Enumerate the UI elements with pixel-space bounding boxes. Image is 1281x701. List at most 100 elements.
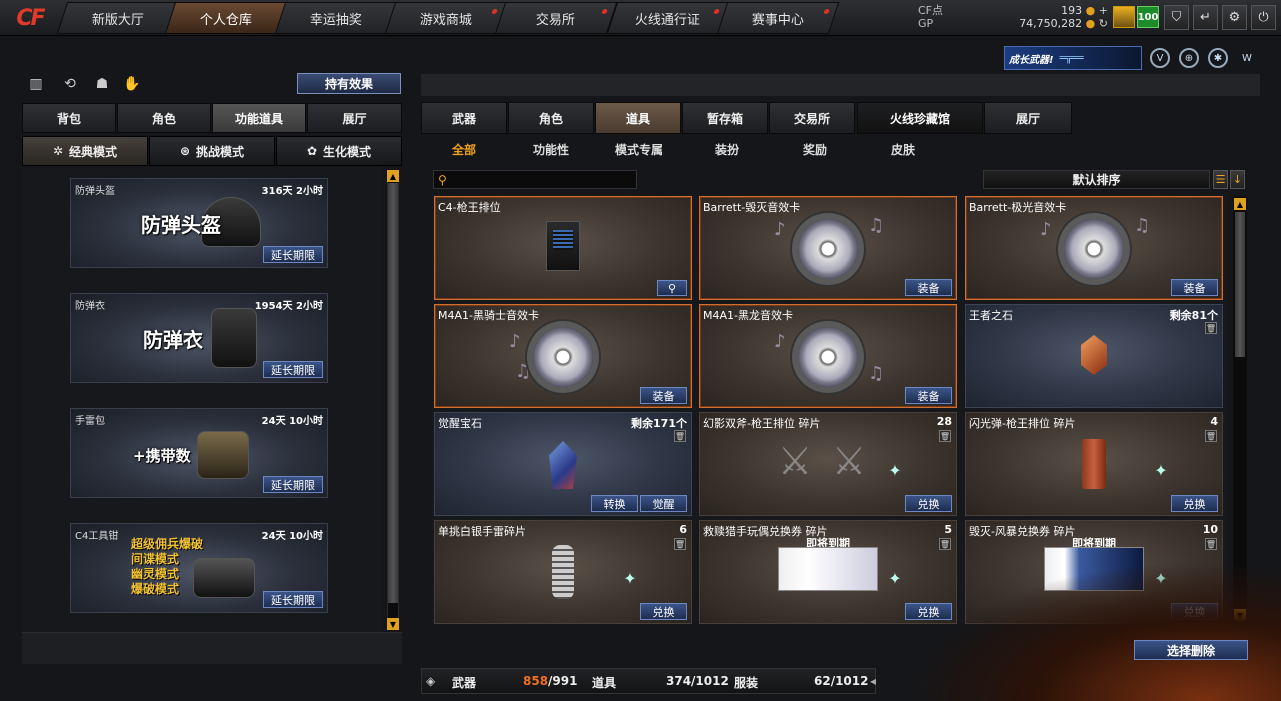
- subtab-mode-exclusive[interactable]: 模式专属: [615, 141, 663, 157]
- shield-icon[interactable]: ⛉: [1164, 5, 1189, 30]
- item-card[interactable]: 单挑白银手雷碎片 6 🗑 ✦ 兑换: [434, 520, 692, 624]
- item-card[interactable]: Barrett-毁灭音效卡 ♪ ♫ 装备: [699, 196, 957, 300]
- trash-icon[interactable]: 🗑: [1205, 430, 1217, 442]
- trash-icon[interactable]: 🗑: [1205, 322, 1217, 334]
- subtab-functional[interactable]: 功能性: [533, 141, 569, 157]
- subtab-outfit[interactable]: 装扮: [715, 141, 739, 157]
- awaken-button[interactable]: 觉醒: [640, 495, 687, 512]
- tab-backpack[interactable]: 背包: [22, 103, 116, 133]
- item-card[interactable]: 王者之石 剩余81个 🗑: [965, 304, 1223, 408]
- tab-characters[interactable]: 角色: [508, 102, 594, 134]
- select-delete-button[interactable]: 选择删除: [1134, 640, 1248, 660]
- item-card[interactable]: 幻影双斧-枪王排位 碎片 28 🗑 ⚔ ⚔ ✦ 兑换: [699, 412, 957, 516]
- tab-personal-storage[interactable]: 个人仓库: [164, 2, 288, 34]
- subtab-all[interactable]: 全部: [452, 141, 476, 157]
- mode-classic[interactable]: ✲ 经典模式: [22, 136, 148, 166]
- tab-temp-storage[interactable]: 暂存箱: [682, 102, 768, 134]
- item-name: C4工具钳: [75, 531, 119, 542]
- equip-button[interactable]: 装备: [1171, 279, 1218, 296]
- music-note-icon: ♫: [868, 215, 885, 236]
- item-capacity-value: 374/1012: [666, 674, 729, 688]
- left-scroll-thumb[interactable]: [388, 183, 398, 603]
- extend-button[interactable]: 延长期限: [263, 246, 323, 263]
- subtab-reward[interactable]: 奖励: [803, 141, 827, 157]
- sort-direction-icon[interactable]: ↓: [1230, 170, 1245, 189]
- tab-items[interactable]: 道具: [595, 102, 681, 134]
- item-time: 24天 10小时: [261, 531, 323, 542]
- power-icon[interactable]: ⏻: [1251, 5, 1276, 30]
- music-note-icon: ♪: [509, 331, 521, 352]
- tab-exchange[interactable]: 交易所: [494, 2, 618, 34]
- equip-button[interactable]: 装备: [640, 387, 687, 404]
- tab-display[interactable]: 展厅: [984, 102, 1072, 134]
- card-title: Barrett-毁灭音效卡: [703, 201, 801, 214]
- scroll-down-icon[interactable]: ▼: [387, 618, 399, 630]
- scroll-up-icon[interactable]: ▲: [1234, 198, 1246, 210]
- exchange-button[interactable]: 兑换: [640, 603, 687, 620]
- tab-lucky-draw[interactable]: 幸运抽奖: [274, 2, 398, 34]
- magnify-icon[interactable]: ⚲: [657, 280, 687, 296]
- mode-challenge[interactable]: ⊛ 挑战模式: [149, 136, 275, 166]
- tab-new-lobby[interactable]: 新版大厅: [56, 2, 180, 34]
- gear-icon[interactable]: ⚙: [1222, 5, 1247, 30]
- scroll-up-icon[interactable]: ▲: [387, 170, 399, 182]
- list-item[interactable]: 手雷包 24天 10小时 +携带数 延长期限: [70, 408, 328, 498]
- weapon-used: 858: [523, 674, 549, 688]
- wrench-icon[interactable]: ✱: [1208, 48, 1228, 68]
- card-title: Barrett-极光音效卡: [969, 201, 1067, 214]
- ranking-icon[interactable]: ▥: [26, 74, 46, 94]
- glove-icon[interactable]: ✋: [122, 74, 142, 94]
- exchange-button[interactable]: 兑换: [1171, 495, 1218, 512]
- item-card[interactable]: 觉醒宝石 剩余171个 🗑 转换 觉醒: [434, 412, 692, 516]
- tab-battle-pass[interactable]: 火线通行证: [606, 2, 730, 34]
- add-cf-icon[interactable]: +: [1099, 4, 1108, 17]
- convert-button[interactable]: 转换: [591, 495, 638, 512]
- equip-button[interactable]: 装备: [905, 387, 952, 404]
- subtab-skin[interactable]: 皮肤: [891, 141, 915, 157]
- weapon-capacity-label: 武器: [452, 676, 477, 690]
- w-logo-icon[interactable]: W: [1237, 48, 1257, 68]
- sort-select[interactable]: 默认排序: [983, 170, 1210, 189]
- tab-showroom[interactable]: 展厅: [307, 103, 402, 133]
- growth-weapon-banner[interactable]: 成长武器! ═╦══: [1004, 46, 1142, 70]
- tab-functional-items[interactable]: 功能道具: [212, 103, 306, 133]
- return-icon[interactable]: ↵: [1193, 5, 1218, 30]
- history-icon[interactable]: ⟲: [60, 74, 80, 94]
- list-item[interactable]: C4工具钳 24天 10小时 超级佣兵爆破 间谍模式 幽灵模式 爆破模式 延长期…: [70, 523, 328, 613]
- list-item[interactable]: 防弹衣 1954天 2小时 防弹衣 延长期限: [70, 293, 328, 383]
- exchange-button[interactable]: 兑换: [905, 495, 952, 512]
- rank-badge-icon[interactable]: [1113, 6, 1135, 28]
- trash-icon[interactable]: 🗑: [939, 430, 951, 442]
- trash-icon[interactable]: 🗑: [674, 430, 686, 442]
- extend-button[interactable]: 延长期限: [263, 476, 323, 493]
- equip-button[interactable]: 装备: [905, 279, 952, 296]
- item-card[interactable]: C4-枪王排位 ⚲: [434, 196, 692, 300]
- extend-button[interactable]: 延长期限: [263, 361, 323, 378]
- tab-game-mall[interactable]: 游戏商城: [384, 2, 508, 34]
- mode-label: 经典模式: [69, 144, 118, 159]
- list-view-icon[interactable]: ☰: [1213, 170, 1228, 189]
- tab-trade[interactable]: 交易所: [769, 102, 855, 134]
- right-scroll-thumb[interactable]: [1235, 212, 1245, 357]
- tab-weapons[interactable]: 武器: [421, 102, 507, 134]
- item-card[interactable]: M4A1-黑骑士音效卡 ♪ ♫ 装备: [434, 304, 692, 408]
- v-badge-icon[interactable]: V: [1150, 48, 1170, 68]
- collapse-arrow-icon[interactable]: ◂: [870, 674, 876, 688]
- item-card[interactable]: 闪光弹-枪王排位 碎片 4 🗑 ✦ 兑换: [965, 412, 1223, 516]
- tab-event-center[interactable]: 赛事中心: [716, 2, 840, 34]
- trash-icon[interactable]: 🗑: [674, 538, 686, 550]
- item-card[interactable]: Barrett-极光音效卡 ♪ ♫ 装备: [965, 196, 1223, 300]
- item-card[interactable]: M4A1-黑龙音效卡 ♪ ♫ 装备: [699, 304, 957, 408]
- hold-effect-button[interactable]: 持有效果: [297, 73, 401, 94]
- refresh-icon[interactable]: ↻: [1099, 17, 1108, 30]
- extend-button[interactable]: 延长期限: [263, 591, 323, 608]
- list-item[interactable]: 防弹头盔 316天 2小时 防弹头盔 延长期限: [70, 178, 328, 268]
- tab-collection-hall[interactable]: 火线珍藏馆: [857, 102, 983, 134]
- tab-character[interactable]: 角色: [117, 103, 211, 133]
- card-count: 4: [1210, 415, 1218, 428]
- cf-logo[interactable]: CF: [0, 0, 60, 36]
- search-input[interactable]: ⚲: [433, 170, 637, 189]
- mode-zombie[interactable]: ✿ 生化模式: [276, 136, 402, 166]
- crosshair-icon[interactable]: ⊕: [1179, 48, 1199, 68]
- character-icon[interactable]: ☗: [92, 74, 112, 94]
